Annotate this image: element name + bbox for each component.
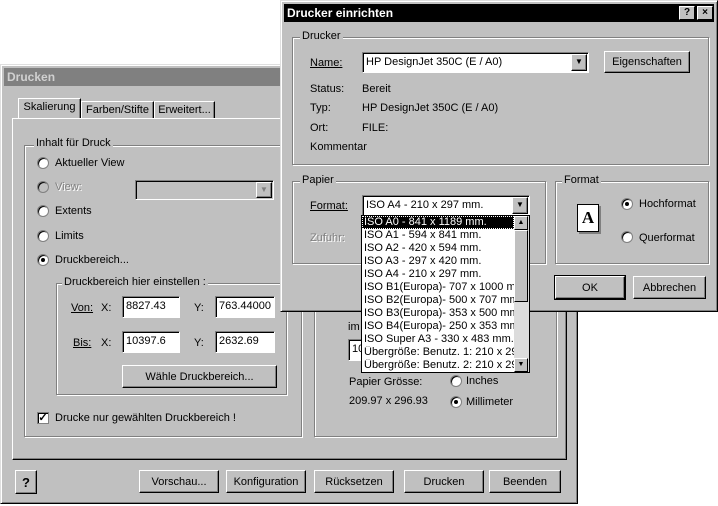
label-von-text: Von: xyxy=(71,302,94,314)
format-select[interactable]: ISO A4 - 210 x 297 mm. xyxy=(362,195,530,216)
ruecksetzen-button[interactable]: Rücksetzen xyxy=(314,470,394,493)
label-von-x: X: xyxy=(101,302,112,314)
radio-millimeter[interactable] xyxy=(450,396,462,408)
tab-erweitert[interactable]: Erweitert... xyxy=(154,101,215,119)
format-list-scrollbar[interactable]: ▲ ▼ xyxy=(514,216,529,372)
label-nur-bereich: Drucke nur gewählten Druckbereich ! xyxy=(55,412,236,424)
label-von-y: Y: xyxy=(194,302,204,314)
format-option[interactable]: ISO B2(Europa)- 500 x 707 mm. xyxy=(362,294,514,307)
beenden-button[interactable]: Beenden xyxy=(489,470,561,493)
portrait-page-letter: A xyxy=(581,208,595,227)
radio-inches[interactable] xyxy=(450,375,462,387)
ort-value: FILE: xyxy=(362,122,389,134)
format-dropdown-button[interactable]: ▼ xyxy=(512,197,528,214)
label-ort: Ort: xyxy=(310,122,329,134)
papier-groesse-value: 209.97 x 296.93 xyxy=(349,395,428,407)
format-option[interactable]: ISO A4 - 210 x 297 mm. xyxy=(362,268,514,281)
label-papier-groesse: Papier Grösse: xyxy=(349,376,423,388)
format-option[interactable]: ISO B4(Europa)- 250 x 353 mm. xyxy=(362,320,514,333)
tab-skalierung-label: Skalierung xyxy=(23,101,76,113)
label-status: Status: xyxy=(310,83,345,95)
tab-farben-stifte[interactable]: Farben/Stifte xyxy=(81,101,154,119)
scroll-thumb[interactable] xyxy=(514,230,528,302)
format-option[interactable]: Übergröße: Benutz. 1: 210 x 297 mm. xyxy=(362,346,514,359)
radio-querformat[interactable] xyxy=(621,231,633,243)
radio-limits[interactable] xyxy=(37,230,49,242)
format-options: ISO A0 - 841 x 1189 mm. ISO A1 - 594 x 84… xyxy=(362,216,514,372)
label-millimeter: Millimeter xyxy=(466,396,514,408)
label-bis-text: Bis: xyxy=(73,337,92,349)
format-option[interactable]: ISO B1(Europa)- 707 x 1000 mm. xyxy=(362,281,514,294)
bis-x-input[interactable]: 10397.6 xyxy=(122,331,180,353)
format-option[interactable]: ISO A1 - 594 x 841 mm. xyxy=(362,229,514,242)
radio-druckbereich[interactable] xyxy=(37,254,49,266)
label-format-text: Format: xyxy=(310,200,348,212)
label-limits: Limits xyxy=(55,230,84,242)
radio-hochformat[interactable] xyxy=(621,198,633,210)
label-name-text: Name: xyxy=(310,57,343,69)
tab-erweitert-label: Erweitert... xyxy=(158,104,211,116)
format-dropdown-list[interactable]: ISO A0 - 841 x 1189 mm. ISO A1 - 594 x 84… xyxy=(361,215,530,373)
label-format: Format: xyxy=(310,200,348,212)
label-bis: Bis: xyxy=(73,337,91,349)
format-option[interactable]: ISO A0 - 841 x 1189 mm. xyxy=(362,216,514,229)
portrait-page-icon: A xyxy=(577,204,599,232)
abbrechen-button[interactable]: Abbrechen xyxy=(633,276,706,299)
radio-extents[interactable] xyxy=(37,205,49,217)
label-querformat: Querformat xyxy=(639,232,695,244)
label-hochformat: Hochformat xyxy=(639,198,696,210)
label-view: View: xyxy=(55,181,82,193)
tab-farben-label: Farben/Stifte xyxy=(86,104,149,116)
bereich-group-label: Druckbereich hier einstellen : xyxy=(62,276,208,288)
von-x-input[interactable]: 8827.43 xyxy=(122,296,180,318)
drucken-button[interactable]: Drucken xyxy=(404,470,484,493)
view-select xyxy=(135,180,274,200)
radio-aktueller-view[interactable] xyxy=(37,157,49,169)
inhalt-group-label: Inhalt für Druck xyxy=(34,137,113,149)
format-option[interactable]: ISO B3(Europa)- 353 x 500 mm. xyxy=(362,307,514,320)
label-kommentar: Kommentar xyxy=(310,141,367,153)
drucker-name-select[interactable]: HP DesignJet 350C (E / A0) xyxy=(362,52,589,73)
drucker-name-dropdown-button[interactable]: ▼ xyxy=(571,54,587,71)
einrichten-title: Drucker einrichten xyxy=(284,4,714,22)
view-dropdown-button: ▼ xyxy=(256,182,272,198)
label-aktueller-view: Aktueller View xyxy=(55,157,125,169)
title-help-button[interactable]: ? xyxy=(679,6,695,20)
format-option[interactable]: ISO A3 - 297 x 420 mm. xyxy=(362,255,514,268)
label-zufuhr: Zufuhr: xyxy=(310,232,345,244)
label-inches: Inches xyxy=(466,375,499,387)
radio-view xyxy=(37,181,49,193)
label-name: Name: xyxy=(310,57,342,69)
scroll-down-arrow-icon[interactable]: ▼ xyxy=(514,358,528,372)
von-y-input[interactable]: 763.44000 xyxy=(215,296,275,318)
eigenschaften-button[interactable]: Eigenschaften xyxy=(604,51,690,73)
vorschau-button[interactable]: Vorschau... xyxy=(139,470,219,493)
label-von: Von: xyxy=(71,302,93,314)
title-close-button[interactable]: × xyxy=(697,6,713,20)
label-extents: Extents xyxy=(55,205,92,217)
label-bis-x: X: xyxy=(101,337,112,349)
label-druckbereich: Druckbereich... xyxy=(55,254,129,266)
status-value: Bereit xyxy=(362,83,391,95)
drucker-group-label: Drucker xyxy=(300,30,343,42)
help-button[interactable]: ? xyxy=(15,470,37,494)
scroll-up-arrow-icon[interactable]: ▲ xyxy=(514,216,528,230)
tab-skalierung[interactable]: Skalierung xyxy=(18,98,81,119)
bis-y-input[interactable]: 2632.69 xyxy=(215,331,275,353)
format-group-label: Format xyxy=(562,174,601,186)
format-option[interactable]: ISO Super A3 - 330 x 483 mm. xyxy=(362,333,514,346)
format-option[interactable]: ISO A2 - 420 x 594 mm. xyxy=(362,242,514,255)
papier-group-label: Papier xyxy=(300,174,336,186)
konfiguration-button[interactable]: Konfiguration xyxy=(226,470,306,493)
nur-bereich-checkbox[interactable]: ✓ xyxy=(37,412,49,424)
label-bis-y: Y: xyxy=(194,337,204,349)
typ-value: HP DesignJet 350C (E / A0) xyxy=(362,102,499,114)
label-typ: Typ: xyxy=(310,102,331,114)
format-option[interactable]: Übergröße: Benutz. 2: 210 x 297 mm. xyxy=(362,359,514,372)
waehle-druckbereich-button[interactable]: Wähle Druckbereich... xyxy=(122,365,277,388)
ok-button[interactable]: OK xyxy=(554,275,626,300)
